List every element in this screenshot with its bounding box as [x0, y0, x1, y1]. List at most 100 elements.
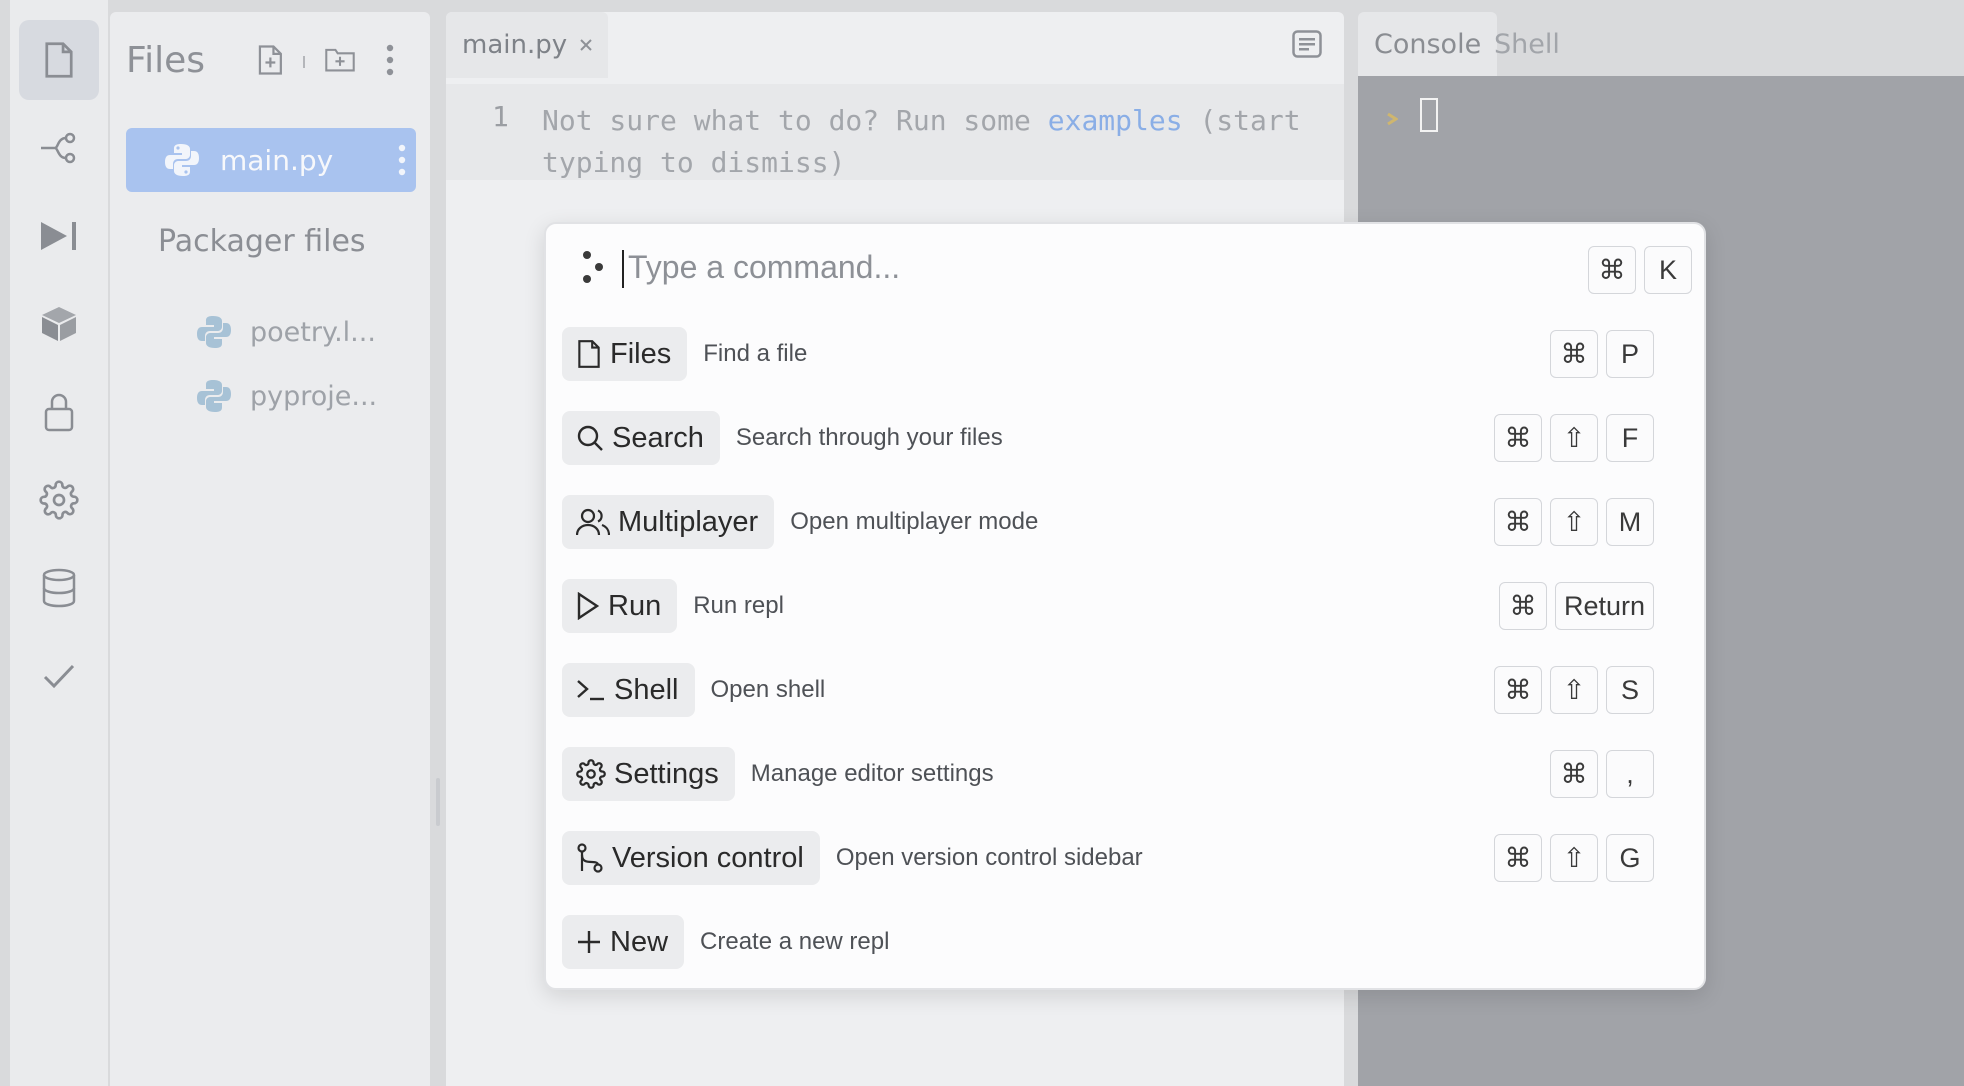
toolbar-divider: [303, 56, 305, 68]
gear-icon: [576, 759, 606, 789]
packager-file-name: pyproje...: [250, 380, 378, 412]
new-file-icon: [258, 45, 282, 75]
key: Return: [1554, 582, 1654, 630]
command-settings[interactable]: Settings Manage editor settings ⌘ ,: [562, 746, 1678, 802]
new-folder-icon: [325, 48, 355, 72]
activity-files[interactable]: [19, 20, 99, 100]
command-shortcut: ⌘ ⇧ F: [1494, 414, 1654, 462]
key: ⌘: [1498, 582, 1547, 630]
activity-database[interactable]: [19, 548, 99, 628]
key: ⌘: [1494, 834, 1542, 882]
activity-debugger[interactable]: [19, 196, 99, 276]
command-shortcut: ⌘ ⇧ M: [1494, 498, 1654, 546]
command-chip: Shell: [562, 663, 695, 717]
skip-forward-icon: [41, 222, 76, 250]
command-shell[interactable]: Shell Open shell ⌘ ⇧ S: [562, 662, 1678, 718]
key: ⌘: [1588, 246, 1636, 294]
activity-tests[interactable]: [19, 636, 99, 716]
users-icon: [576, 508, 610, 536]
new-folder-button[interactable]: [324, 44, 356, 74]
tab-close-button[interactable]: [579, 38, 593, 52]
command-dots-icon: [583, 251, 603, 283]
tab-main-py[interactable]: main.py: [446, 12, 608, 78]
command-description: Open version control sidebar: [835, 844, 1143, 871]
plus-icon: [578, 931, 600, 953]
kebab-icon: [398, 144, 406, 176]
command-label: Files: [610, 337, 672, 370]
command-palette: ⌘ K Files Find a file ⌘ P Search Search …: [544, 222, 1706, 990]
command-run[interactable]: Run Run repl ⌘ Return: [562, 578, 1678, 634]
key: ⌘: [1494, 414, 1542, 462]
command-label: Run: [608, 589, 662, 622]
key: P: [1606, 330, 1654, 378]
console-cursor: [1420, 98, 1438, 132]
command-chip: Version control: [562, 831, 820, 885]
command-label: Shell: [614, 673, 679, 706]
tab-shell[interactable]: Shell: [1478, 12, 1576, 76]
key: F: [1606, 414, 1654, 462]
python-icon: [197, 316, 231, 348]
activity-bar: [10, 0, 108, 1086]
code-editor[interactable]: 1 Not sure what to do? Run some examples…: [446, 84, 1344, 180]
activity-secrets[interactable]: [19, 372, 99, 452]
command-description: Open shell: [710, 676, 826, 703]
files-more-button[interactable]: [386, 44, 394, 76]
packager-files-title: Packager files: [158, 224, 366, 259]
tab-label: main.py: [462, 30, 568, 60]
key: ⌘: [1550, 330, 1598, 378]
activity-version-control[interactable]: [19, 108, 99, 188]
activity-settings[interactable]: [19, 460, 99, 540]
command-chip: Files: [562, 327, 688, 381]
empty-editor-hint: Not sure what to do? Run some examples (…: [542, 100, 1322, 184]
file-item-main-py[interactable]: main.py: [126, 128, 416, 192]
file-name: main.py: [220, 143, 334, 177]
command-description: Find a file: [703, 340, 808, 367]
command-chip: New: [562, 915, 685, 969]
packager-file-item[interactable]: poetry.l...: [196, 312, 376, 352]
command-version-control[interactable]: Version control Open version control sid…: [562, 830, 1678, 886]
line-number: 1: [492, 100, 509, 133]
files-title: Files: [126, 40, 205, 81]
command-chip: Search: [562, 411, 720, 465]
command-new[interactable]: New Create a new repl: [562, 914, 1678, 970]
file-icon: [578, 340, 600, 368]
command-description: Search through your files: [735, 424, 1003, 451]
key: ,: [1606, 750, 1654, 798]
command-files[interactable]: Files Find a file ⌘ P: [562, 326, 1678, 382]
text-caret: [622, 250, 624, 288]
packager-file-item[interactable]: pyproje...: [196, 376, 377, 416]
python-icon: [197, 380, 231, 412]
command-label: Search: [612, 421, 704, 454]
command-chip: Run: [562, 579, 678, 633]
key: ⇧: [1550, 414, 1598, 462]
git-branch-icon: [577, 843, 603, 873]
command-label: Multiplayer: [618, 505, 759, 538]
key: ⇧: [1550, 666, 1598, 714]
command-shortcut: ⌘ ,: [1550, 750, 1654, 798]
key: G: [1606, 834, 1654, 882]
command-input[interactable]: [628, 242, 1488, 292]
open-shortcut: ⌘ K: [1588, 246, 1692, 294]
prompt-icon: [1387, 112, 1398, 126]
list-icon: [1292, 30, 1322, 58]
tab-console[interactable]: Console: [1358, 12, 1498, 76]
command-search[interactable]: Search Search through your files ⌘ ⇧ F: [562, 410, 1678, 466]
key: ⇧: [1550, 834, 1598, 882]
key: ⌘: [1494, 498, 1542, 546]
python-icon: [165, 144, 199, 176]
command-description: Create a new repl: [700, 928, 890, 955]
new-file-button[interactable]: [256, 44, 286, 76]
panel-resize-handle[interactable]: [436, 778, 440, 826]
command-description: Open multiplayer mode: [790, 508, 1039, 535]
file-options-button[interactable]: [398, 144, 406, 176]
cube-icon: [42, 307, 76, 341]
editor-menu-button[interactable]: [1292, 30, 1322, 58]
database-icon: [42, 568, 76, 608]
command-chip: Multiplayer: [562, 495, 775, 549]
command-multiplayer[interactable]: Multiplayer Open multiplayer mode ⌘ ⇧ M: [562, 494, 1678, 550]
command-shortcut: ⌘ P: [1550, 330, 1654, 378]
check-icon: [43, 664, 75, 689]
activity-packages[interactable]: [19, 284, 99, 364]
key: ⌘: [1550, 750, 1598, 798]
examples-link[interactable]: examples: [1048, 104, 1183, 137]
